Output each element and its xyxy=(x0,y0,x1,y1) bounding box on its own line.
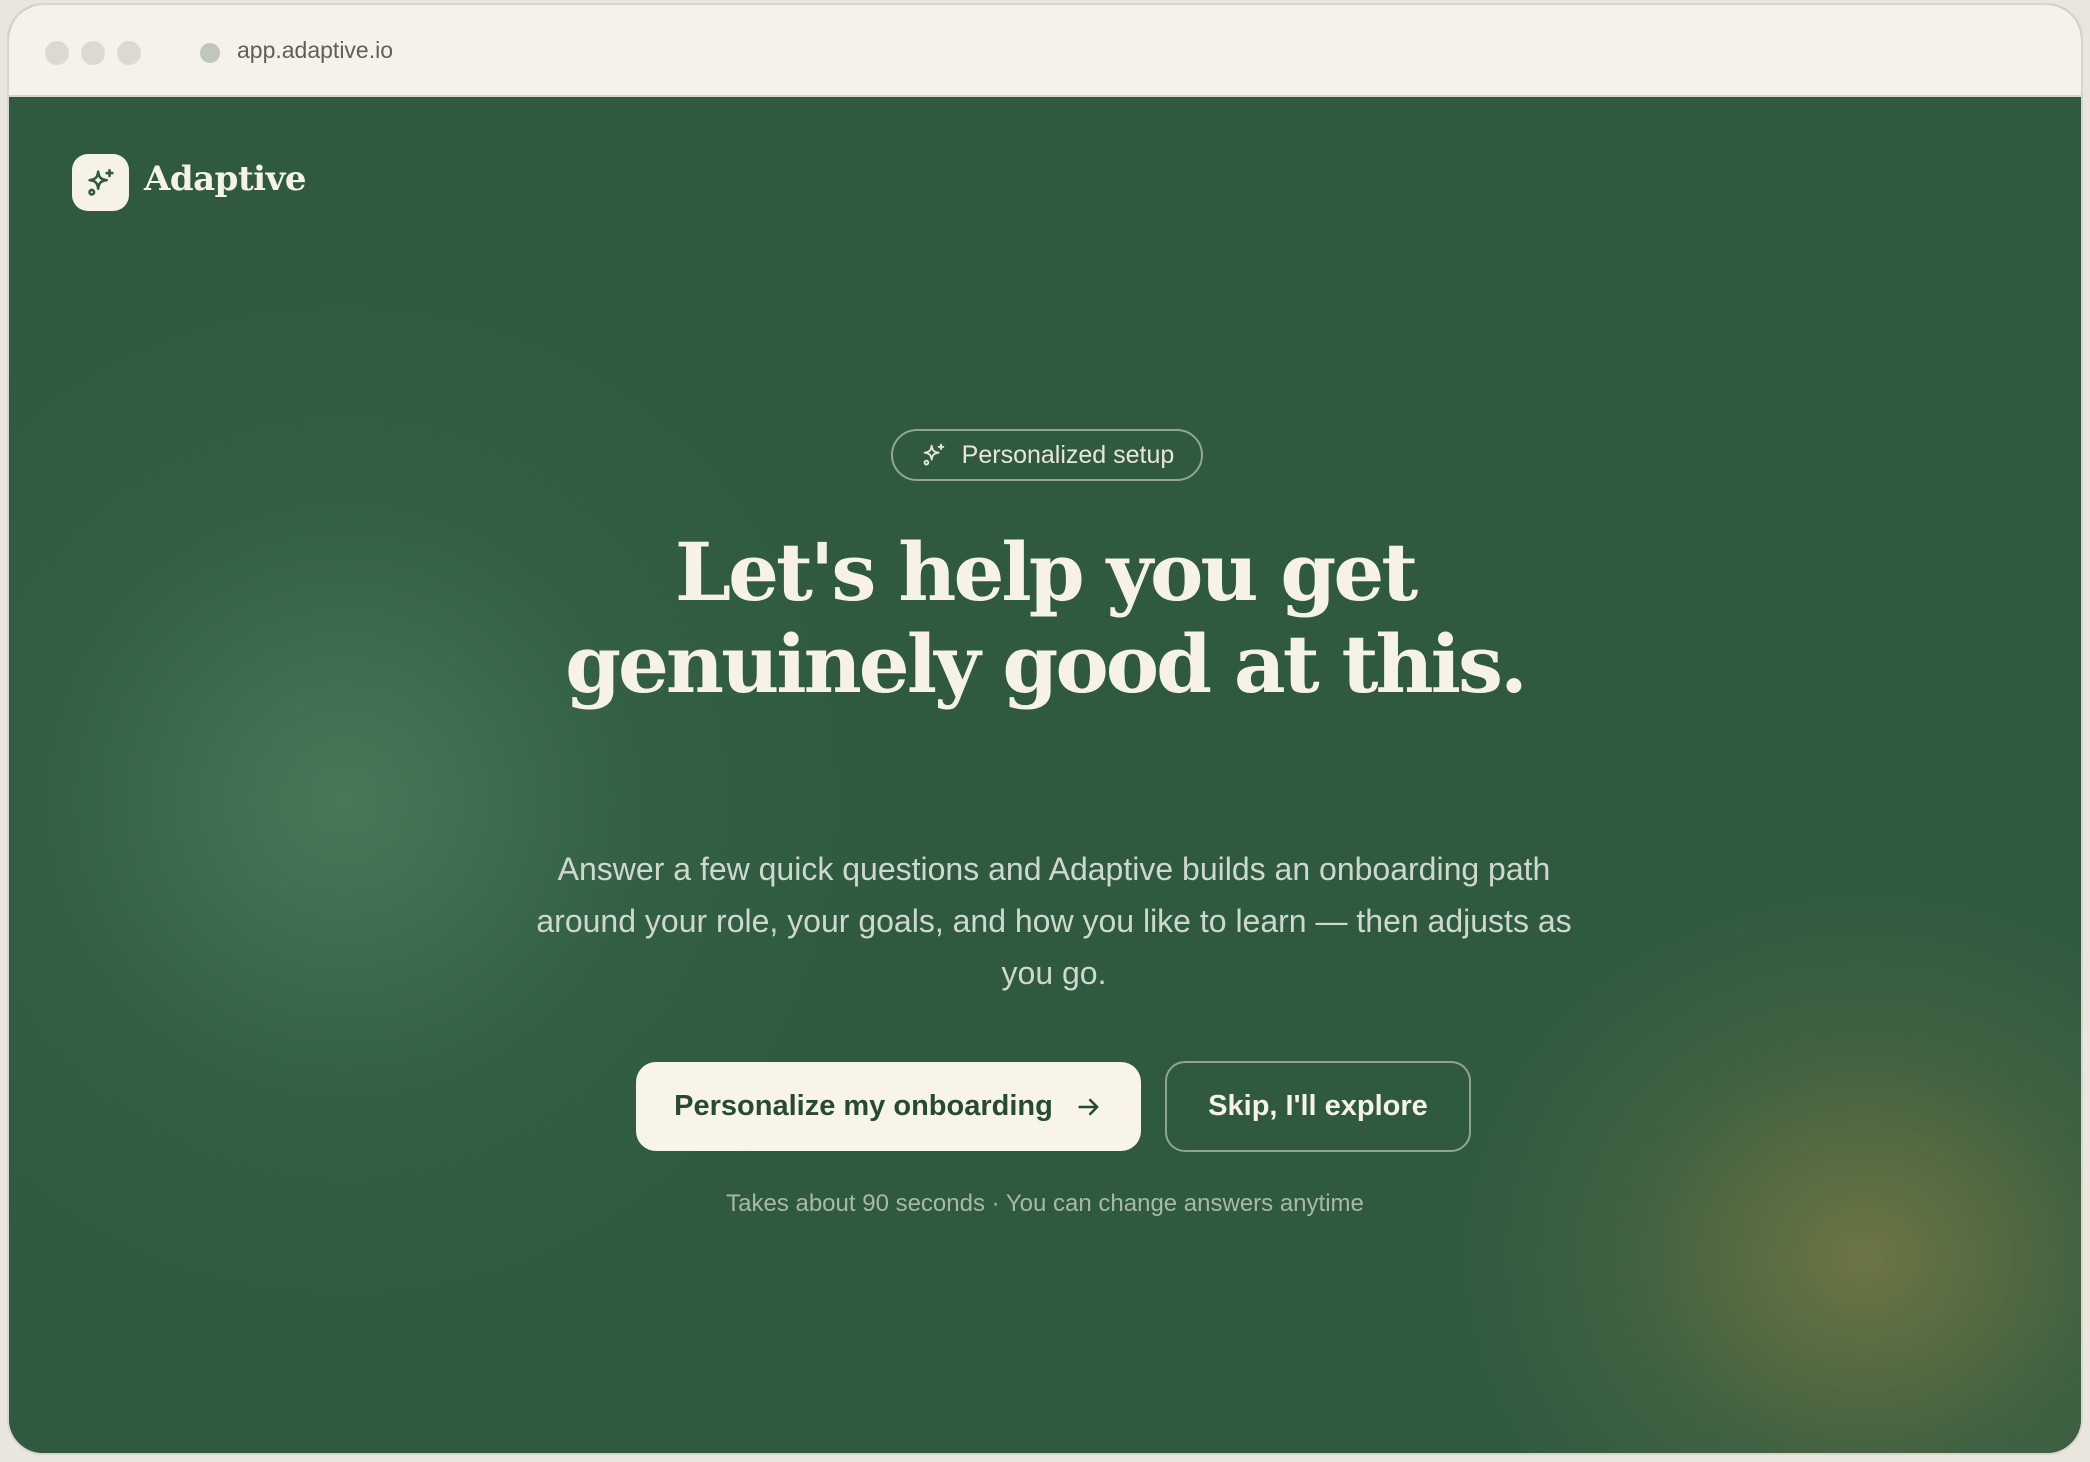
skip-explore-button[interactable]: Skip, I'll explore xyxy=(1165,1061,1471,1152)
hero-description: Answer a few quick questions and Adaptiv… xyxy=(536,851,1572,991)
window-close-dot[interactable] xyxy=(45,41,69,65)
browser-chrome: app.adaptive.io xyxy=(9,5,2081,97)
page-viewport: Adaptive Personalized setup Let's help y… xyxy=(9,99,2081,1453)
primary-button-label: Personalize my onboarding xyxy=(674,1090,1053,1122)
browser-window: app.adaptive.io Adaptive Personalized se… xyxy=(7,3,2083,1455)
page-headline: Let's help you get genuinely good at thi… xyxy=(9,526,2081,710)
logo-badge[interactable] xyxy=(72,154,129,211)
sparkle-icon xyxy=(923,443,944,466)
headline-line-1: Let's help you get xyxy=(674,525,1418,619)
site-security-icon xyxy=(200,43,220,63)
headline-line-2: genuinely good at this. xyxy=(565,617,1528,711)
time-estimate-note: Takes about 90 seconds · You can change … xyxy=(726,1190,1364,1217)
personalized-setup-badge: Personalized setup xyxy=(891,429,1203,481)
secondary-button-label: Skip, I'll explore xyxy=(1208,1090,1428,1122)
window-minimize-dot[interactable] xyxy=(81,41,105,65)
brand-name: Adaptive xyxy=(144,159,306,199)
personalize-onboarding-button[interactable]: Personalize my onboarding xyxy=(636,1062,1141,1151)
arrow-right-icon xyxy=(1078,1098,1099,1115)
address-bar-url[interactable]: app.adaptive.io xyxy=(237,37,393,64)
window-maximize-dot[interactable] xyxy=(117,41,141,65)
badge-label: Personalized setup xyxy=(961,440,1175,469)
sparkle-icon xyxy=(87,168,114,196)
